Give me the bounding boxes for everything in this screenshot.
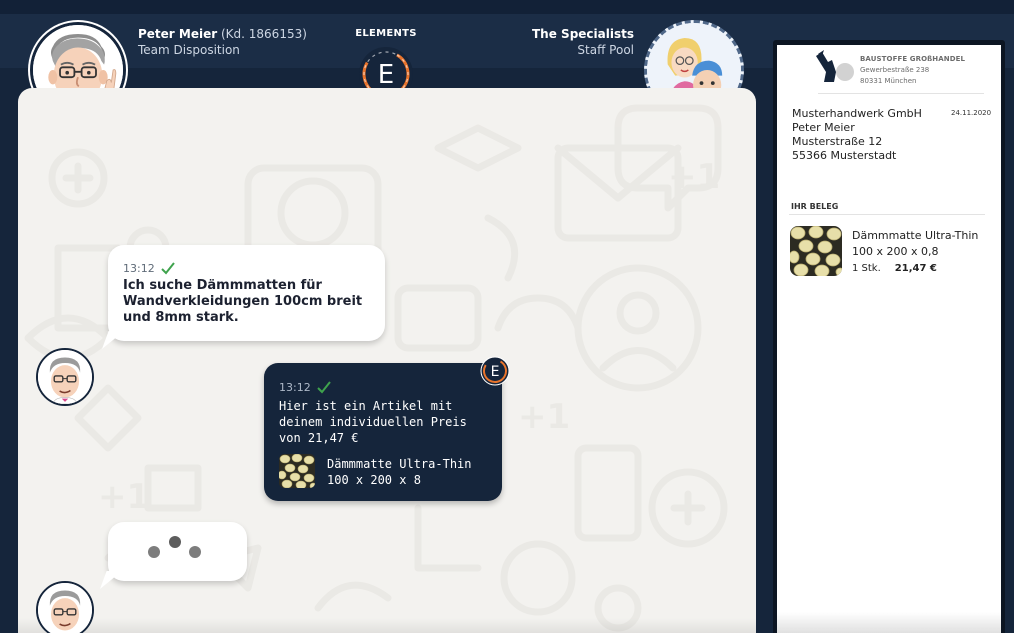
shop-name: BAUSTOFFE GROßHANDEL <box>860 55 966 63</box>
customer-avatar-illustration <box>38 350 92 404</box>
message-text: Ich suche Dämmmatten für Wandverkleidung… <box>123 278 363 325</box>
team-subtitle: Staff Pool <box>577 43 634 57</box>
shop-logo-icon <box>816 50 854 82</box>
receipt-section-label: IHR BELEG <box>791 202 839 211</box>
customer-city: 55366 Musterstadt <box>792 149 897 162</box>
customer-company: Musterhandwerk GmbH <box>792 107 922 120</box>
product-size: 100 x 200 x 8 <box>327 473 421 487</box>
customer-avatar[interactable] <box>36 348 94 406</box>
product-card[interactable]: Dämmmatte Ultra-Thin 100 x 200 x 8 <box>279 454 487 488</box>
svg-text:+1: +1 <box>98 477 150 517</box>
receipt-date: 24.11.2020 <box>951 109 992 117</box>
receipt-item-name: Dämmmatte Ultra-Thin <box>852 229 979 242</box>
read-check-icon <box>316 381 331 394</box>
agent-name: Peter Meier <box>138 27 218 41</box>
agent-role: Team Disposition <box>138 43 240 57</box>
receipt-item-qty: 1 Stk. <box>852 263 881 274</box>
svg-text:+1: +1 <box>518 397 570 437</box>
insulation-mat-image <box>790 226 842 276</box>
message-time: 13:12 <box>279 380 311 394</box>
customer-message-bubble: 13:12 Ich suche Dämmmatten für Wandverkl… <box>108 245 385 341</box>
customer-person: Peter Meier <box>792 121 855 134</box>
svg-text:+1: +1 <box>668 157 720 197</box>
shop-street: Gewerbestraße 238 <box>860 66 930 74</box>
read-check-icon <box>160 262 175 275</box>
brand-logo-letter: E <box>378 60 394 90</box>
typing-dot <box>148 546 160 558</box>
receipt-item-thumbnail <box>790 226 842 276</box>
shop-city: 80331 München <box>860 77 917 85</box>
receipt-item-size: 100 x 200 x 0,8 <box>852 245 939 258</box>
message-text: Hier ist ein Artikel mit deinem individu… <box>279 399 467 445</box>
customer-avatar[interactable] <box>36 581 94 633</box>
product-name: Dämmmatte Ultra-Thin <box>327 457 472 471</box>
receipt-divider <box>818 93 984 94</box>
receipt-divider <box>789 214 985 215</box>
receipt-bottom-fade <box>777 612 1001 633</box>
typing-indicator-bubble <box>108 522 247 581</box>
agent-name-line: Peter Meier (Kd. 1866153) <box>138 27 307 41</box>
receipt-item-line: 1 Stk. 21,47 € <box>852 260 978 277</box>
team-name: The Specialists <box>532 27 634 41</box>
typing-dot <box>169 536 181 548</box>
agent-customer-id: (Kd. 1866153) <box>220 27 307 41</box>
product-text: Dämmmatte Ultra-Thin 100 x 200 x 8 <box>327 456 472 488</box>
agent-message-bubble: 13:12 Hier ist ein Artikel mit deinem in… <box>264 363 502 501</box>
elements-badge-icon: E <box>480 356 510 386</box>
brand-label: ELEMENTS <box>355 28 417 39</box>
svg-text:E: E <box>491 364 500 380</box>
receipt-item-price: 21,47 € <box>894 263 937 274</box>
top-strip <box>0 0 1014 14</box>
product-thumbnail <box>279 454 315 488</box>
customer-address: Musterhandwerk GmbH Peter Meier Musterst… <box>792 107 922 163</box>
message-meta: 13:12 <box>279 380 487 394</box>
typing-dot <box>189 546 201 558</box>
message-meta: 13:12 <box>123 261 370 275</box>
insulation-mat-image <box>279 454 315 488</box>
chat-bottom-fade <box>18 618 756 633</box>
message-time: 13:12 <box>123 261 155 275</box>
receipt-item: Dämmmatte Ultra-Thin 100 x 200 x 0,8 1 S… <box>852 228 978 277</box>
customer-avatar-illustration <box>38 583 92 633</box>
customer-street: Musterstraße 12 <box>792 135 883 148</box>
